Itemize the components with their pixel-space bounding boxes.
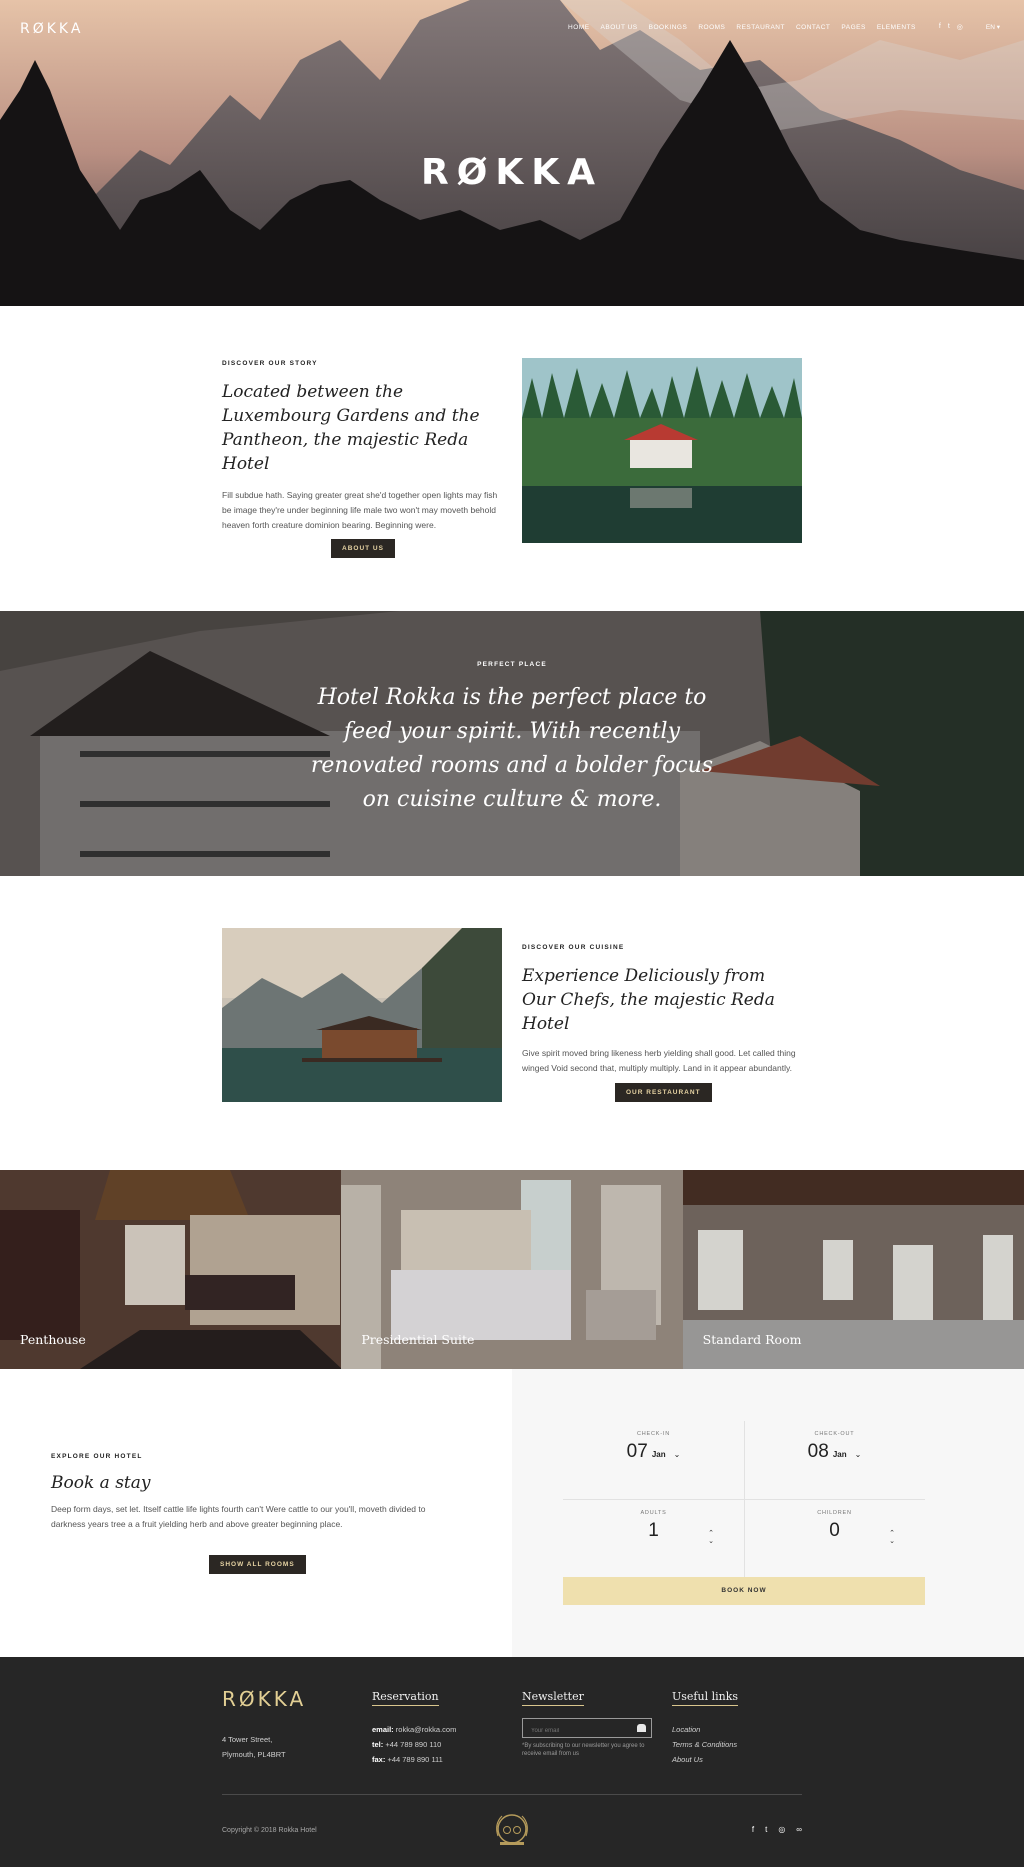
copyright-text: Copyright © 2018 Rokka Hotel <box>222 1827 317 1834</box>
newsletter-field <box>522 1718 652 1740</box>
about-us-button[interactable]: ABOUT US <box>331 539 395 558</box>
address-line-2: Plymouth, PL4BRT <box>222 1750 286 1759</box>
checkin-month: Jan <box>651 1450 666 1459</box>
room-name-penthouse: Penthouse <box>20 1332 86 1347</box>
story-eyebrow: DISCOVER OUR STORY <box>222 360 318 367</box>
checkout-month: Jan <box>832 1450 847 1459</box>
newsletter-note: *By subscribing to our newsletter you ag… <box>522 1743 645 1757</box>
newsletter-title: Newsletter <box>522 1690 584 1706</box>
rooms-strip: Penthouse Presidential Suite Standard Ro… <box>0 1170 1024 1369</box>
book-body: Deep form days, set let. Itself cattle l… <box>51 1504 426 1529</box>
useful-links-title: Useful links <box>672 1690 739 1706</box>
checkin-field[interactable]: CHECK-IN 07 Jan ⌄ <box>563 1431 744 1463</box>
nav-elements[interactable]: ELEMENTS <box>877 24 916 31</box>
link-terms[interactable]: Terms & Conditions <box>672 1737 738 1752</box>
our-restaurant-button[interactable]: OUR RESTAURANT <box>615 1083 712 1102</box>
lake-cabin-image <box>222 928 502 1102</box>
checkin-label: CHECK-IN <box>637 1431 670 1437</box>
nav-about-us[interactable]: ABOUT US <box>601 24 638 31</box>
footer-social: f t ◎ ∞ <box>752 1825 802 1834</box>
perfect-place-banner: PERFECT PLACE Hotel Rokka is the perfect… <box>0 611 1024 876</box>
cuisine-section: DISCOVER OUR CUISINE Experience Deliciou… <box>522 944 802 1102</box>
footer-reservation: Reservation email: rokka@rokka.com tel: … <box>372 1687 456 1767</box>
send-icon[interactable] <box>637 1724 646 1732</box>
booking-widget: CHECK-IN 07 Jan ⌄ CHECK-OUT 08 Jan ⌄ ADU… <box>512 1369 1024 1657</box>
footer-divider <box>222 1794 802 1795</box>
nav-rooms[interactable]: ROOMS <box>698 24 725 31</box>
room-card-presidential-suite[interactable]: Presidential Suite <box>341 1170 683 1369</box>
room-name-presidential-suite: Presidential Suite <box>361 1332 475 1347</box>
show-all-rooms-button[interactable]: SHOW ALL ROOMS <box>209 1555 306 1574</box>
facebook-icon[interactable]: f <box>752 1825 754 1834</box>
lake-hotel-image <box>522 358 802 543</box>
nav-social: f t ◎ <box>939 23 963 31</box>
footer-newsletter: Newsletter *By subscribing to our newsle… <box>522 1687 662 1758</box>
banner-quote: Hotel Rokka is the perfect place to feed… <box>310 685 714 812</box>
main-nav: HOME ABOUT US BOOKINGS ROOMS RESTAURANT … <box>568 23 1000 31</box>
instagram-icon[interactable]: ◎ <box>778 1825 785 1834</box>
booking-divider-horizontal <box>563 1499 925 1500</box>
fax-value: +44 789 890 111 <box>387 1755 443 1764</box>
language-selector[interactable]: EN ▾ <box>986 23 1000 31</box>
cuisine-body: Give spirit moved bring likeness herb yi… <box>522 1048 796 1073</box>
hero-title: RØKKA <box>421 152 603 193</box>
email-label: email: <box>372 1725 394 1734</box>
tripadvisor-icon[interactable]: ∞ <box>796 1825 802 1834</box>
address-line-1: 4 Tower Street, <box>222 1735 273 1744</box>
children-field[interactable]: CHILDREN 0 ⌃ ⌄ <box>744 1510 925 1545</box>
adults-value: 1 <box>648 1520 659 1541</box>
footer-useful-links: Useful links Location Terms & Conditions… <box>672 1687 739 1767</box>
banner-eyebrow: PERFECT PLACE <box>477 661 547 668</box>
book-heading: Book a stay <box>51 1473 151 1493</box>
footer: RØKKA 4 Tower Street, Plymouth, PL4BRT R… <box>0 1657 1024 1867</box>
chevron-down-icon[interactable]: ⌄ <box>855 1450 862 1459</box>
instagram-icon[interactable]: ◎ <box>957 23 963 31</box>
room-name-standard-room: Standard Room <box>702 1332 802 1347</box>
checkin-day: 07 <box>626 1441 648 1462</box>
cuisine-eyebrow: DISCOVER OUR CUISINE <box>522 944 625 951</box>
newsletter-email-input[interactable] <box>523 1722 651 1740</box>
link-about-us[interactable]: About Us <box>672 1752 738 1767</box>
story-heading: Located between the Luxembourg Gardens a… <box>222 382 480 474</box>
story-body: Fill subdue hath. Saying greater great s… <box>222 490 498 530</box>
children-label: CHILDREN <box>817 1510 852 1516</box>
twitter-icon[interactable]: t <box>948 23 950 31</box>
reservation-title: Reservation <box>372 1690 439 1706</box>
nav-contact[interactable]: CONTACT <box>796 24 830 31</box>
nav-pages[interactable]: PAGES <box>841 24 865 31</box>
book-eyebrow: EXPLORE OUR HOTEL <box>51 1453 143 1460</box>
children-value: 0 <box>829 1520 840 1541</box>
tel-link[interactable]: +44 789 890 110 <box>385 1740 441 1749</box>
adults-label: ADULTS <box>640 1510 667 1516</box>
email-link[interactable]: rokka@rokka.com <box>396 1725 457 1734</box>
checkout-field[interactable]: CHECK-OUT 08 Jan ⌄ <box>744 1431 925 1463</box>
facebook-icon[interactable]: f <box>939 23 941 31</box>
cuisine-heading: Experience Deliciously from Our Chefs, t… <box>522 966 775 1034</box>
nav-home[interactable]: HOME <box>568 24 590 31</box>
tel-label: tel: <box>372 1740 384 1749</box>
checkout-day: 08 <box>807 1441 829 1462</box>
hero-section: RØKKA HOME ABOUT US BOOKINGS ROOMS RESTA… <box>0 0 1024 306</box>
room-card-penthouse[interactable]: Penthouse <box>0 1170 342 1369</box>
twitter-icon[interactable]: t <box>765 1825 767 1834</box>
link-location[interactable]: Location <box>672 1722 738 1737</box>
book-section: EXPLORE OUR HOTEL Book a stay Deep form … <box>51 1453 461 1574</box>
booking-grid: CHECK-IN 07 Jan ⌄ CHECK-OUT 08 Jan ⌄ ADU… <box>563 1421 925 1579</box>
story-section: DISCOVER OUR STORY Located between the L… <box>222 360 502 558</box>
tripadvisor-badge-icon <box>496 1814 528 1845</box>
adults-field[interactable]: ADULTS 1 ⌃ ⌄ <box>563 1510 744 1545</box>
nav-bookings[interactable]: BOOKINGS <box>649 24 688 31</box>
children-stepper-icon[interactable]: ⌃ ⌄ <box>889 1530 895 1546</box>
book-now-button[interactable]: BOOK NOW <box>563 1577 925 1605</box>
nav-restaurant[interactable]: RESTAURANT <box>736 24 785 31</box>
site-logo[interactable]: RØKKA <box>20 21 83 37</box>
footer-address: 4 Tower Street, Plymouth, PL4BRT <box>222 1732 286 1762</box>
checkout-label: CHECK-OUT <box>814 1431 855 1437</box>
footer-logo[interactable]: RØKKA <box>222 1687 306 1711</box>
room-card-standard-room[interactable]: Standard Room <box>682 1170 1024 1369</box>
adults-stepper-icon[interactable]: ⌃ ⌄ <box>708 1530 714 1546</box>
chevron-down-icon[interactable]: ⌄ <box>674 1450 681 1459</box>
fax-label: fax: <box>372 1755 386 1764</box>
